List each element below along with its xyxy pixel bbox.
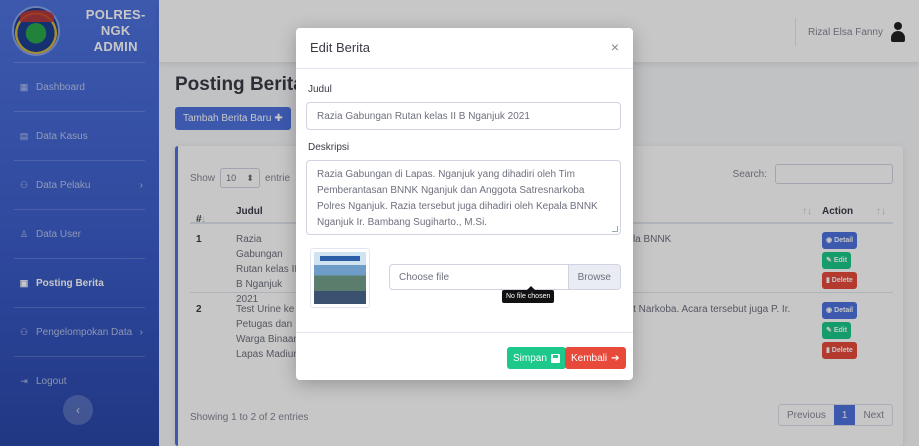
back-button[interactable]: Kembali ➔ [565, 347, 626, 369]
deskripsi-textarea[interactable]: Razia Gabungan di Lapas. Nganjuk yang di… [306, 160, 621, 235]
modal-title: Edit Berita [310, 40, 370, 55]
arrow-right-icon: ➔ [611, 352, 620, 364]
judul-input[interactable]: Razia Gabungan Rutan kelas II B Nganjuk … [306, 102, 621, 130]
save-button[interactable]: Simpan [507, 347, 566, 369]
resize-handle-icon[interactable] [612, 226, 618, 232]
browse-button[interactable]: Browse [567, 265, 620, 289]
save-icon [550, 353, 560, 363]
deskripsi-value: Razia Gabungan di Lapas. Nganjuk yang di… [317, 169, 598, 228]
news-image [314, 252, 366, 304]
deskripsi-label: Deskripsi [308, 142, 350, 153]
news-image-thumbnail [310, 248, 370, 308]
file-upload-input[interactable]: Choose file Browse [389, 264, 621, 290]
file-placeholder: Choose file [399, 271, 450, 283]
modal-footer: Simpan Kembali ➔ [296, 332, 633, 380]
back-label: Kembali [571, 352, 608, 364]
save-label: Simpan [513, 352, 547, 364]
close-icon[interactable]: × [611, 39, 619, 55]
file-tooltip: No file chosen [502, 286, 555, 303]
judul-label: Judul [308, 84, 332, 95]
edit-news-modal: Edit Berita × Judul Razia Gabungan Rutan… [296, 28, 633, 380]
modal-header: Edit Berita × [296, 28, 633, 69]
